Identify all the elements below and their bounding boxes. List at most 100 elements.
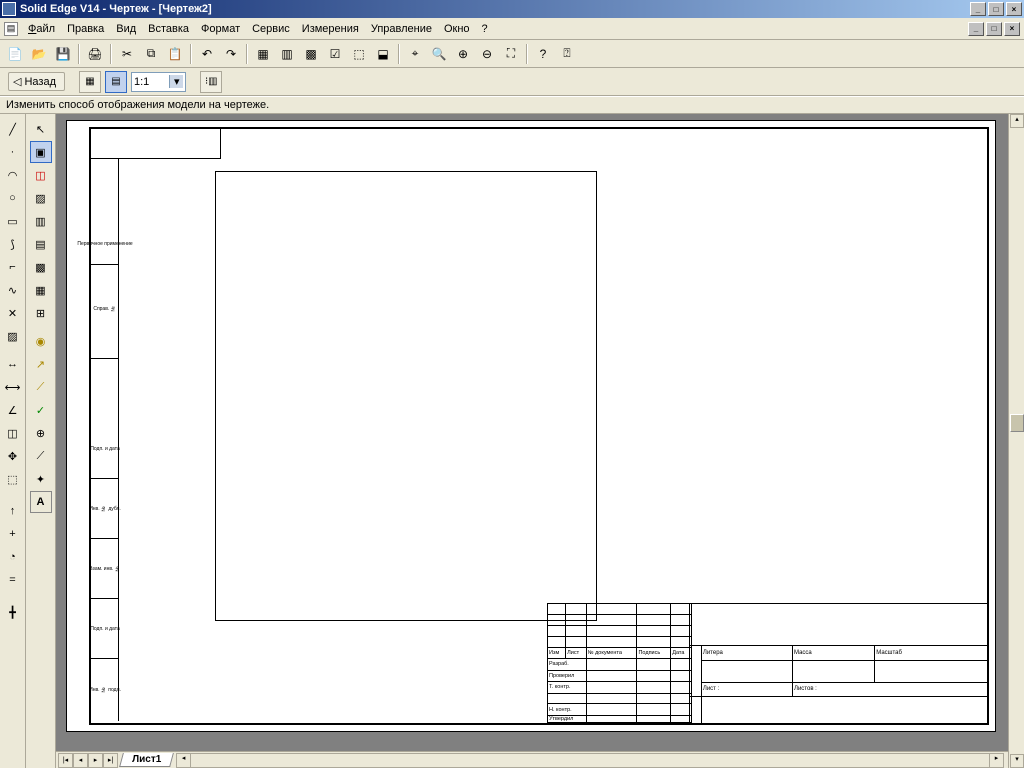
cube-tool[interactable]: ◫ [2, 422, 24, 444]
horizontal-scrollbar[interactable]: ◂ ▸ [176, 753, 1004, 768]
close-button[interactable]: × [1006, 2, 1022, 16]
partslist-tool[interactable]: ▦ [30, 279, 52, 301]
hatch-tool[interactable]: ▨ [2, 325, 24, 347]
config-button[interactable]: ⁝▥ [200, 71, 222, 93]
placed-view-rect[interactable] [215, 171, 597, 621]
spline-tool[interactable]: ∿ [2, 279, 24, 301]
trim-tool[interactable]: ✕ [2, 302, 24, 324]
zoom-in-button[interactable]: ⊕ [452, 43, 474, 65]
menu-format[interactable]: Формат [195, 21, 246, 37]
sheet-prev-button[interactable]: ◂ [73, 753, 88, 768]
tool-button-3[interactable]: ▩ [300, 43, 322, 65]
mdi-close-button[interactable]: × [1004, 22, 1020, 36]
tool-button-6[interactable]: ⬓ [372, 43, 394, 65]
zoom-fit-button[interactable]: ⛶ [500, 43, 522, 65]
target-tool[interactable]: ⊕ [30, 422, 52, 444]
fillet-tool[interactable]: ⟆ [2, 233, 24, 255]
menu-measure[interactable]: Измерения [296, 21, 365, 37]
back-button[interactable]: ◁ Назад [8, 72, 65, 91]
chamfer-tool[interactable]: ⌐ [2, 256, 24, 278]
menu-insert[interactable]: Вставка [142, 21, 195, 37]
balloon-tool[interactable]: ◉ [30, 330, 52, 352]
menu-file[interactable]: Файл [22, 21, 61, 37]
dropdown-arrow-icon: ▾ [169, 75, 183, 88]
centermark-tool[interactable]: ✦ [30, 468, 52, 490]
sheet-last-button[interactable]: ▸| [103, 753, 118, 768]
mdi-maximize-button[interactable]: □ [986, 22, 1002, 36]
origin-tool[interactable]: + [2, 523, 24, 545]
paste-button[interactable]: 📋 [164, 43, 186, 65]
zoom-out-button[interactable]: ⊖ [476, 43, 498, 65]
tool-button-5[interactable]: ⬚ [348, 43, 370, 65]
circle-tool[interactable]: ○ [2, 187, 24, 209]
tool-button-4[interactable]: ☑ [324, 43, 346, 65]
dim-linear-tool[interactable]: ↔ [2, 353, 24, 375]
print-button[interactable]: 🖨 [84, 43, 106, 65]
centerline-tool[interactable]: ⟋ [30, 445, 52, 467]
vertical-scroll-thumb[interactable] [1010, 414, 1024, 432]
scale-combo[interactable]: 1:1 ▾ [131, 72, 186, 92]
section-view-tool[interactable]: ▥ [30, 210, 52, 232]
layout-mode-2-button[interactable]: ▤ [105, 71, 127, 93]
text-tool[interactable]: A [30, 491, 52, 513]
equals-tool[interactable]: = [2, 569, 24, 591]
menu-view[interactable]: Вид [110, 21, 142, 37]
open-button[interactable]: 📂 [28, 43, 50, 65]
sheet-tab-1[interactable]: Лист1 [119, 753, 174, 767]
point-tool[interactable]: · [2, 141, 24, 163]
line-tool[interactable]: ╱ [2, 118, 24, 140]
menu-edit[interactable]: Правка [61, 21, 110, 37]
layout-mode-1-button[interactable]: ▦ [79, 71, 101, 93]
arc-tool[interactable]: ◠ [2, 164, 24, 186]
dim-smart-tool[interactable]: ⟷ [2, 376, 24, 398]
menu-window[interactable]: Окно [438, 21, 476, 37]
sidebar-podp1-label: Подп. и дата [90, 446, 119, 452]
zoom-pointer-button[interactable]: ⌖ [404, 43, 426, 65]
rect-tool[interactable]: ▭ [2, 210, 24, 232]
menu-manage[interactable]: Управление [365, 21, 438, 37]
move-tool[interactable]: ✥ [2, 445, 24, 467]
help-button[interactable]: ? [532, 43, 554, 65]
doc-icon[interactable]: ▤ [4, 22, 18, 36]
red-section-tool[interactable]: ◫ [30, 164, 52, 186]
minimize-button[interactable]: _ [970, 2, 986, 16]
main-toolbar: 📄 📂 💾 🖨 ✂ ⧉ 📋 ↶ ↷ ▦ ▥ ▩ ☑ ⬚ ⬓ ⌖ 🔍 ⊕ ⊖ ⛶ … [0, 40, 1024, 68]
mdi-minimize-button[interactable]: _ [968, 22, 984, 36]
drawing-view-tool[interactable]: ▣ [30, 141, 52, 163]
connector-tool[interactable]: ╋ [2, 601, 24, 623]
sheet-next-button[interactable]: ▸ [88, 753, 103, 768]
weld-tool[interactable]: ⟋ [30, 376, 52, 398]
copy-button[interactable]: ⧉ [140, 43, 162, 65]
dim-angle-tool[interactable]: ∠ [2, 399, 24, 421]
undo-button[interactable]: ↶ [196, 43, 218, 65]
leader-tool[interactable]: ↗ [30, 353, 52, 375]
detail-view-tool[interactable]: ▩ [30, 256, 52, 278]
select-tool[interactable]: ↖ [30, 118, 52, 140]
zoom-area-button[interactable]: 🔍 [428, 43, 450, 65]
hatch-view-tool[interactable]: ▨ [30, 187, 52, 209]
sidebar-invp-label: Инв. № подл. [89, 687, 121, 693]
save-button[interactable]: 💾 [52, 43, 74, 65]
sheet-nav: |◂ ◂ ▸ ▸| [56, 753, 118, 768]
drawing-canvas[interactable]: Первичное применение Подп. и дата Инв. №… [56, 114, 1008, 751]
app-icon [2, 2, 16, 16]
axis-y-tool[interactable]: ↑ [2, 500, 24, 522]
menu-help[interactable]: ? [476, 21, 494, 37]
scale-value: 1:1 [134, 76, 149, 88]
tool-button-1[interactable]: ▦ [252, 43, 274, 65]
arc-center-tool[interactable]: ◔ [2, 546, 24, 568]
new-doc-button[interactable]: 📄 [4, 43, 26, 65]
titleblock-right: ЛитераМассаМасштаб Лист :Листов : [689, 603, 989, 725]
table-tool[interactable]: ⊞ [30, 302, 52, 324]
tool-button-2[interactable]: ▥ [276, 43, 298, 65]
edge-tool[interactable]: ⬚ [2, 468, 24, 490]
cut-button[interactable]: ✂ [116, 43, 138, 65]
vertical-scrollbar[interactable]: ▴ ▾ [1008, 114, 1024, 768]
surface-tool[interactable]: ✓ [30, 399, 52, 421]
broken-view-tool[interactable]: ▤ [30, 233, 52, 255]
maximize-button[interactable]: □ [988, 2, 1004, 16]
whats-this-button[interactable]: ⍰ [556, 43, 578, 65]
menu-service[interactable]: Сервис [246, 21, 296, 37]
sheet-first-button[interactable]: |◂ [58, 753, 73, 768]
redo-button[interactable]: ↷ [220, 43, 242, 65]
